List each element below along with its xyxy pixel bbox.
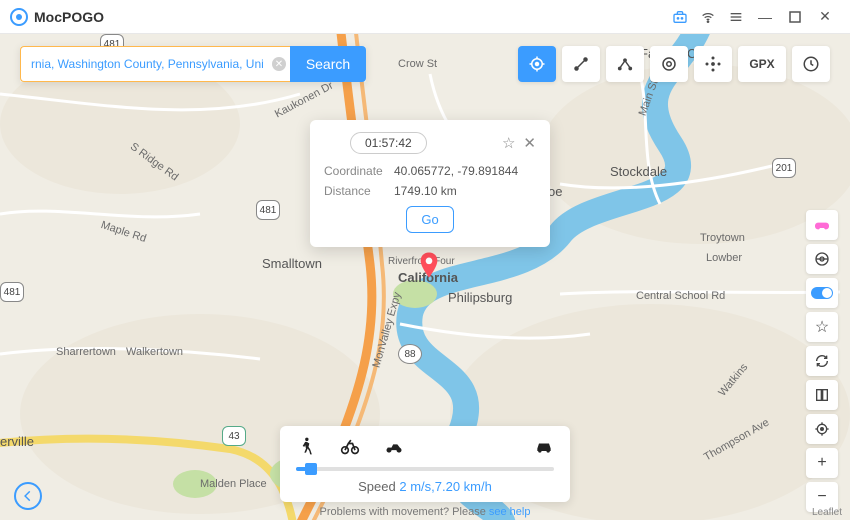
coordinate-value: 40.065772, -79.891844: [394, 164, 518, 178]
go-button[interactable]: Go: [406, 206, 453, 233]
favorite-icon[interactable]: ☆: [806, 312, 838, 342]
star-icon[interactable]: ☆: [502, 134, 515, 152]
map-layers-icon[interactable]: [806, 380, 838, 410]
motorcycle-icon[interactable]: [384, 436, 404, 461]
clear-search-icon[interactable]: ✕: [272, 57, 286, 71]
gamepad-icon[interactable]: [806, 210, 838, 240]
location-popup: 01:57:42 ☆ ✕ Coordinate 40.065772, -79.8…: [310, 120, 550, 247]
walk-icon[interactable]: [296, 436, 316, 461]
search-input[interactable]: [20, 46, 290, 82]
app-name: MocPOGO: [34, 9, 104, 25]
speed-label: Speed: [358, 479, 396, 494]
close-popup-icon[interactable]: ✕: [523, 134, 536, 152]
search-bar: ✕ Search: [20, 46, 366, 82]
leaflet-attribution: Leaflet: [812, 507, 842, 518]
app-logo-icon: [10, 8, 28, 26]
speed-panel: Speed 2 m/s,7.20 km/h: [280, 426, 570, 502]
zoom-in-button[interactable]: +: [806, 448, 838, 478]
wifi-icon[interactable]: [694, 3, 722, 31]
window-maximize-button[interactable]: [780, 3, 810, 31]
map-pin-icon[interactable]: [419, 252, 439, 278]
toggle-switch[interactable]: [806, 278, 838, 308]
refresh-icon[interactable]: [806, 346, 838, 376]
hamburger-icon[interactable]: [722, 3, 750, 31]
circle-route-button[interactable]: [650, 46, 688, 82]
toolbox-icon[interactable]: [666, 3, 694, 31]
title-bar: MocPOGO — ✕: [0, 0, 850, 34]
bicycle-icon[interactable]: [340, 436, 360, 461]
back-button[interactable]: [14, 482, 42, 510]
help-text: Problems with movement? Please see help: [320, 506, 531, 518]
gpx-button[interactable]: GPX: [738, 46, 786, 82]
coordinate-label: Coordinate: [324, 164, 394, 178]
window-minimize-button[interactable]: —: [750, 3, 780, 31]
car-icon[interactable]: [534, 436, 554, 461]
distance-value: 1749.10 km: [394, 184, 457, 198]
multi-point-route-button[interactable]: [606, 46, 644, 82]
distance-label: Distance: [324, 184, 394, 198]
teleport-mode-button[interactable]: [518, 46, 556, 82]
locate-icon[interactable]: [806, 414, 838, 444]
eta-pill: 01:57:42: [350, 132, 427, 154]
mode-toolbar: GPX: [518, 46, 830, 82]
speed-slider[interactable]: [296, 467, 554, 471]
window-close-button[interactable]: ✕: [810, 3, 840, 31]
pokeball-icon[interactable]: [806, 244, 838, 274]
speed-slider-thumb[interactable]: [305, 463, 317, 475]
search-button[interactable]: Search: [290, 46, 366, 82]
side-toolbar: ☆ + −: [806, 210, 838, 512]
history-button[interactable]: [792, 46, 830, 82]
joystick-button[interactable]: [694, 46, 732, 82]
speed-value: 2 m/s,7.20 km/h: [399, 479, 491, 494]
two-point-route-button[interactable]: [562, 46, 600, 82]
help-link[interactable]: see help: [489, 506, 531, 518]
